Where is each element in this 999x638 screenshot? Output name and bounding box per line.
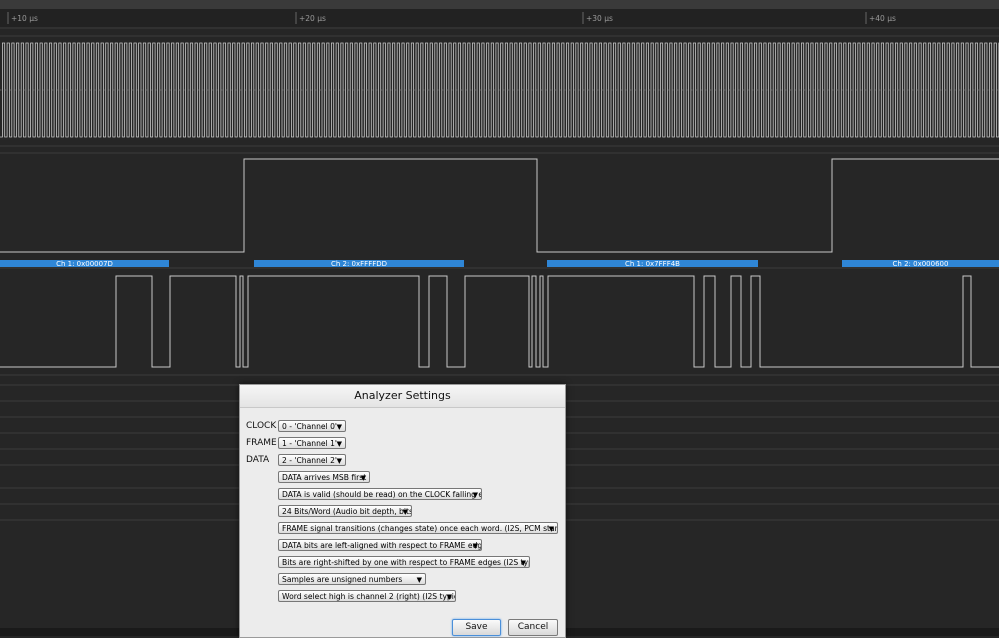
alignment-select[interactable]: DATA bits are left-aligned with respect …	[278, 539, 482, 551]
timeline-tick-label: +40 µs	[869, 14, 896, 23]
bits-per-word-select[interactable]: 24 Bits/Word (Audio bit depth, bits/samp…	[278, 505, 412, 517]
data-channel-value: 2 - 'Channel 2'	[282, 456, 337, 465]
signedness-select[interactable]: Samples are unsigned numbers ▼	[278, 573, 426, 585]
frame-label: FRAME	[246, 438, 277, 448]
cancel-button[interactable]: Cancel	[508, 619, 558, 636]
chevron-down-icon: ▼	[520, 559, 526, 567]
word-select-polarity-select[interactable]: Word select high is channel 2 (right) (I…	[278, 590, 456, 602]
timeline-tick-label: +10 µs	[11, 14, 38, 23]
data-label: DATA	[246, 455, 270, 465]
word-select-polarity-value: Word select high is channel 2 (right) (I…	[282, 592, 456, 601]
bits-per-word-value: 24 Bits/Word (Audio bit depth, bits/samp…	[282, 507, 411, 516]
chevron-down-icon: ▼	[336, 440, 342, 448]
clock-edge-value: DATA is valid (should be read) on the CL…	[282, 490, 482, 499]
frame-transition-value: FRAME signal transitions (changes state)…	[282, 524, 558, 533]
bit-shift-select[interactable]: Bits are right-shifted by one with respe…	[278, 556, 530, 568]
analyzer-settings-dialog: Analyzer Settings CLOCK 0 - 'Channel 0' ▼…	[239, 384, 566, 638]
chevron-down-icon: ▼	[360, 474, 366, 482]
clock-edge-select[interactable]: DATA is valid (should be read) on the CL…	[278, 488, 482, 500]
chevron-down-icon: ▼	[446, 593, 452, 601]
timeline-ruler[interactable]	[0, 9, 999, 27]
chevron-down-icon: ▼	[402, 508, 408, 516]
clock-channel-value: 0 - 'Channel 0'	[282, 422, 337, 431]
chevron-down-icon: ▼	[472, 491, 478, 499]
clock-label: CLOCK	[246, 421, 277, 431]
signedness-value: Samples are unsigned numbers	[282, 575, 403, 584]
save-button[interactable]: Save	[452, 619, 501, 636]
frame-channel-select[interactable]: 1 - 'Channel 1' ▼	[278, 437, 346, 449]
chevron-down-icon: ▼	[336, 423, 342, 431]
timeline-tick-label: +30 µs	[586, 14, 613, 23]
frame-channel-value: 1 - 'Channel 1'	[282, 439, 337, 448]
chevron-down-icon: ▼	[472, 542, 478, 550]
i2s-bubble-label: Ch 2: 0xFFFFDD	[331, 260, 387, 268]
i2s-bubble-label: Ch 2: 0x000600	[893, 260, 949, 268]
data-channel-select[interactable]: 2 - 'Channel 2' ▼	[278, 454, 346, 466]
alignment-value: DATA bits are left-aligned with respect …	[282, 541, 482, 550]
dialog-title: Analyzer Settings	[240, 385, 565, 408]
i2s-bubble-label: Ch 1: 0x00007D	[56, 260, 113, 268]
i2s-bubble-label: Ch 1: 0x7FFF4B	[625, 260, 680, 268]
chevron-down-icon: ▼	[548, 525, 554, 533]
clock-channel-select[interactable]: 0 - 'Channel 0' ▼	[278, 420, 346, 432]
chevron-down-icon: ▼	[336, 457, 342, 465]
frame-transition-select[interactable]: FRAME signal transitions (changes state)…	[278, 522, 558, 534]
bit-order-value: DATA arrives MSB first	[282, 473, 367, 482]
chevron-down-icon: ▼	[416, 576, 422, 584]
bit-shift-value: Bits are right-shifted by one with respe…	[282, 558, 530, 567]
timeline-tick-label: +20 µs	[299, 14, 326, 23]
bit-order-select[interactable]: DATA arrives MSB first ▼	[278, 471, 370, 483]
header-strip	[0, 0, 999, 9]
